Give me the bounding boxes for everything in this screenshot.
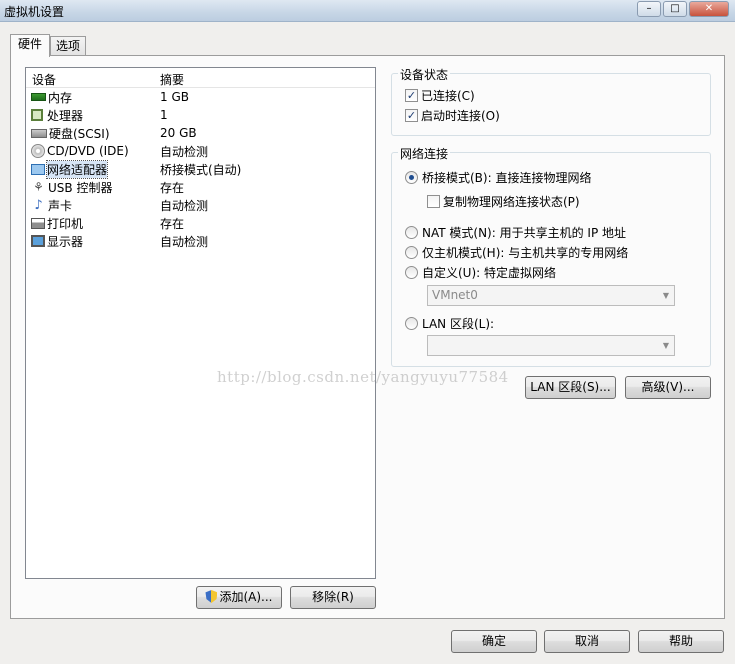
radio-selected-icon xyxy=(405,171,418,184)
custom-radio[interactable]: 自定义(U): 特定虚拟网络 xyxy=(405,264,556,281)
connected-checkbox[interactable]: ✓ 已连接(C) xyxy=(405,87,475,104)
bridged-label: 桥接模式(B): 直接连接物理网络 xyxy=(422,171,592,185)
lan-segments-button[interactable]: LAN 区段(S)... xyxy=(525,376,616,399)
device-name: 显示器 xyxy=(47,234,84,249)
custom-network-value: VMnet0 xyxy=(432,288,478,302)
device-summary: 自动检测 xyxy=(160,234,209,249)
window-controls: – □ ✕ xyxy=(637,1,729,17)
checkmark-icon: ✓ xyxy=(405,109,418,122)
radio-icon xyxy=(405,246,418,259)
device-summary: 20 GB xyxy=(160,126,197,140)
device-summary: 桥接模式(自动) xyxy=(160,162,242,177)
column-header-summary[interactable]: 摘要 xyxy=(154,71,184,87)
custom-label: 自定义(U): 特定虚拟网络 xyxy=(422,266,557,280)
host-only-label: 仅主机模式(H): 与主机共享的专用网络 xyxy=(422,246,629,260)
advanced-button[interactable]: 高级(V)... xyxy=(625,376,711,399)
tab-options[interactable]: 选项 xyxy=(50,36,87,56)
sound-card-icon: ♪ xyxy=(34,197,43,213)
device-name: USB 控制器 xyxy=(48,180,113,195)
custom-network-select[interactable]: VMnet0 ▼ xyxy=(427,285,675,306)
device-row-processor[interactable]: 处理器 1 xyxy=(26,106,375,124)
nat-radio[interactable]: NAT 模式(N): 用于共享主机的 IP 地址 xyxy=(405,224,626,241)
bridged-radio[interactable]: 桥接模式(B): 直接连接物理网络 xyxy=(405,169,591,186)
minimize-icon[interactable]: – xyxy=(637,1,661,17)
device-name: CD/DVD (IDE) xyxy=(47,144,129,158)
nat-label: NAT 模式(N): 用于共享主机的 IP 地址 xyxy=(422,226,627,240)
tab-strip: 硬件 选项 xyxy=(10,34,87,57)
device-row-cd-dvd[interactable]: CD/DVD (IDE) 自动检测 xyxy=(26,142,375,160)
device-row-network-adapter[interactable]: 网络适配器 桥接模式(自动) xyxy=(26,159,375,179)
column-header-device[interactable]: 设备 xyxy=(26,71,154,87)
maximize-icon[interactable]: □ xyxy=(663,1,687,17)
connected-label: 已连接(C) xyxy=(421,89,475,103)
window-title: 虚拟机设置 xyxy=(4,5,65,19)
dialog-client: 硬件 选项 设备 摘要 内存 1 GB 处理器 1 硬盘(SCSI) 20 GB… xyxy=(0,22,735,664)
cancel-button[interactable]: 取消 xyxy=(544,630,630,653)
display-icon xyxy=(31,235,45,247)
title-bar: 虚拟机设置 – □ ✕ xyxy=(0,0,735,22)
connect-at-power-on-checkbox[interactable]: ✓ 启动时连接(O) xyxy=(405,107,500,124)
device-name: 声卡 xyxy=(48,198,73,213)
processor-icon xyxy=(31,109,43,121)
hardware-panel: 设备 摘要 内存 1 GB 处理器 1 硬盘(SCSI) 20 GB CD/DV… xyxy=(10,55,725,619)
add-button[interactable]: 添加(A)... xyxy=(196,586,282,609)
device-name: 网络适配器 xyxy=(45,159,109,179)
lan-segment-radio[interactable]: LAN 区段(L): xyxy=(405,315,494,332)
lan-segment-label: LAN 区段(L): xyxy=(422,317,495,331)
device-row-usb[interactable]: ⚘ USB 控制器 存在 xyxy=(26,178,375,196)
chevron-down-icon: ▼ xyxy=(662,291,669,300)
device-summary: 存在 xyxy=(160,216,185,231)
checkmark-icon: ✓ xyxy=(405,89,418,102)
help-button[interactable]: 帮助 xyxy=(638,630,724,653)
device-name: 处理器 xyxy=(47,108,84,123)
replicate-state-label: 复制物理网络连接状态(P) xyxy=(443,195,580,209)
device-name: 内存 xyxy=(48,90,73,105)
device-summary: 1 xyxy=(160,108,168,122)
chevron-down-icon: ▼ xyxy=(662,341,669,350)
radio-icon xyxy=(405,266,418,279)
device-list-header: 设备 摘要 xyxy=(26,68,375,88)
radio-icon xyxy=(405,226,418,239)
device-summary: 自动检测 xyxy=(160,144,209,159)
connect-at-power-on-label: 启动时连接(O) xyxy=(421,109,500,123)
device-list[interactable]: 设备 摘要 内存 1 GB 处理器 1 硬盘(SCSI) 20 GB CD/DV… xyxy=(25,67,376,579)
device-summary: 1 GB xyxy=(160,90,189,104)
add-button-label: 添加(A)... xyxy=(219,590,273,604)
ok-button[interactable]: 确定 xyxy=(451,630,537,653)
device-summary: 自动检测 xyxy=(160,198,209,213)
device-row-memory[interactable]: 内存 1 GB xyxy=(26,88,375,106)
device-name: 硬盘(SCSI) xyxy=(49,126,110,141)
device-row-sound-card[interactable]: ♪ 声卡 自动检测 xyxy=(26,196,375,214)
device-row-printer[interactable]: 打印机 存在 xyxy=(26,214,375,232)
device-row-hard-disk[interactable]: 硬盘(SCSI) 20 GB xyxy=(26,124,375,142)
cd-dvd-icon xyxy=(31,144,45,158)
watermark: http://blog.csdn.net/yangyuyu77584 xyxy=(217,368,509,386)
memory-icon xyxy=(31,93,46,101)
host-only-radio[interactable]: 仅主机模式(H): 与主机共享的专用网络 xyxy=(405,244,628,261)
device-name: 打印机 xyxy=(47,216,84,231)
radio-icon xyxy=(405,317,418,330)
device-summary: 存在 xyxy=(160,180,185,195)
tab-hardware[interactable]: 硬件 xyxy=(10,34,51,57)
shield-icon xyxy=(205,590,218,603)
checkbox-icon xyxy=(427,195,440,208)
close-icon[interactable]: ✕ xyxy=(689,1,729,17)
network-connection-title: 网络连接 xyxy=(398,145,451,162)
device-status-title: 设备状态 xyxy=(398,66,451,83)
printer-icon xyxy=(31,217,45,229)
network-connection-group: 网络连接 桥接模式(B): 直接连接物理网络 复制物理网络连接状态(P) NAT… xyxy=(391,145,711,367)
lan-segment-select[interactable]: ▼ xyxy=(427,335,675,356)
replicate-state-checkbox[interactable]: 复制物理网络连接状态(P) xyxy=(427,193,580,210)
usb-icon: ⚘ xyxy=(33,179,44,194)
remove-button[interactable]: 移除(R) xyxy=(290,586,376,609)
device-status-group: 设备状态 ✓ 已连接(C) ✓ 启动时连接(O) xyxy=(391,66,711,136)
device-row-display[interactable]: 显示器 自动检测 xyxy=(26,232,375,250)
hard-disk-icon xyxy=(31,128,47,138)
network-adapter-icon xyxy=(31,163,45,175)
